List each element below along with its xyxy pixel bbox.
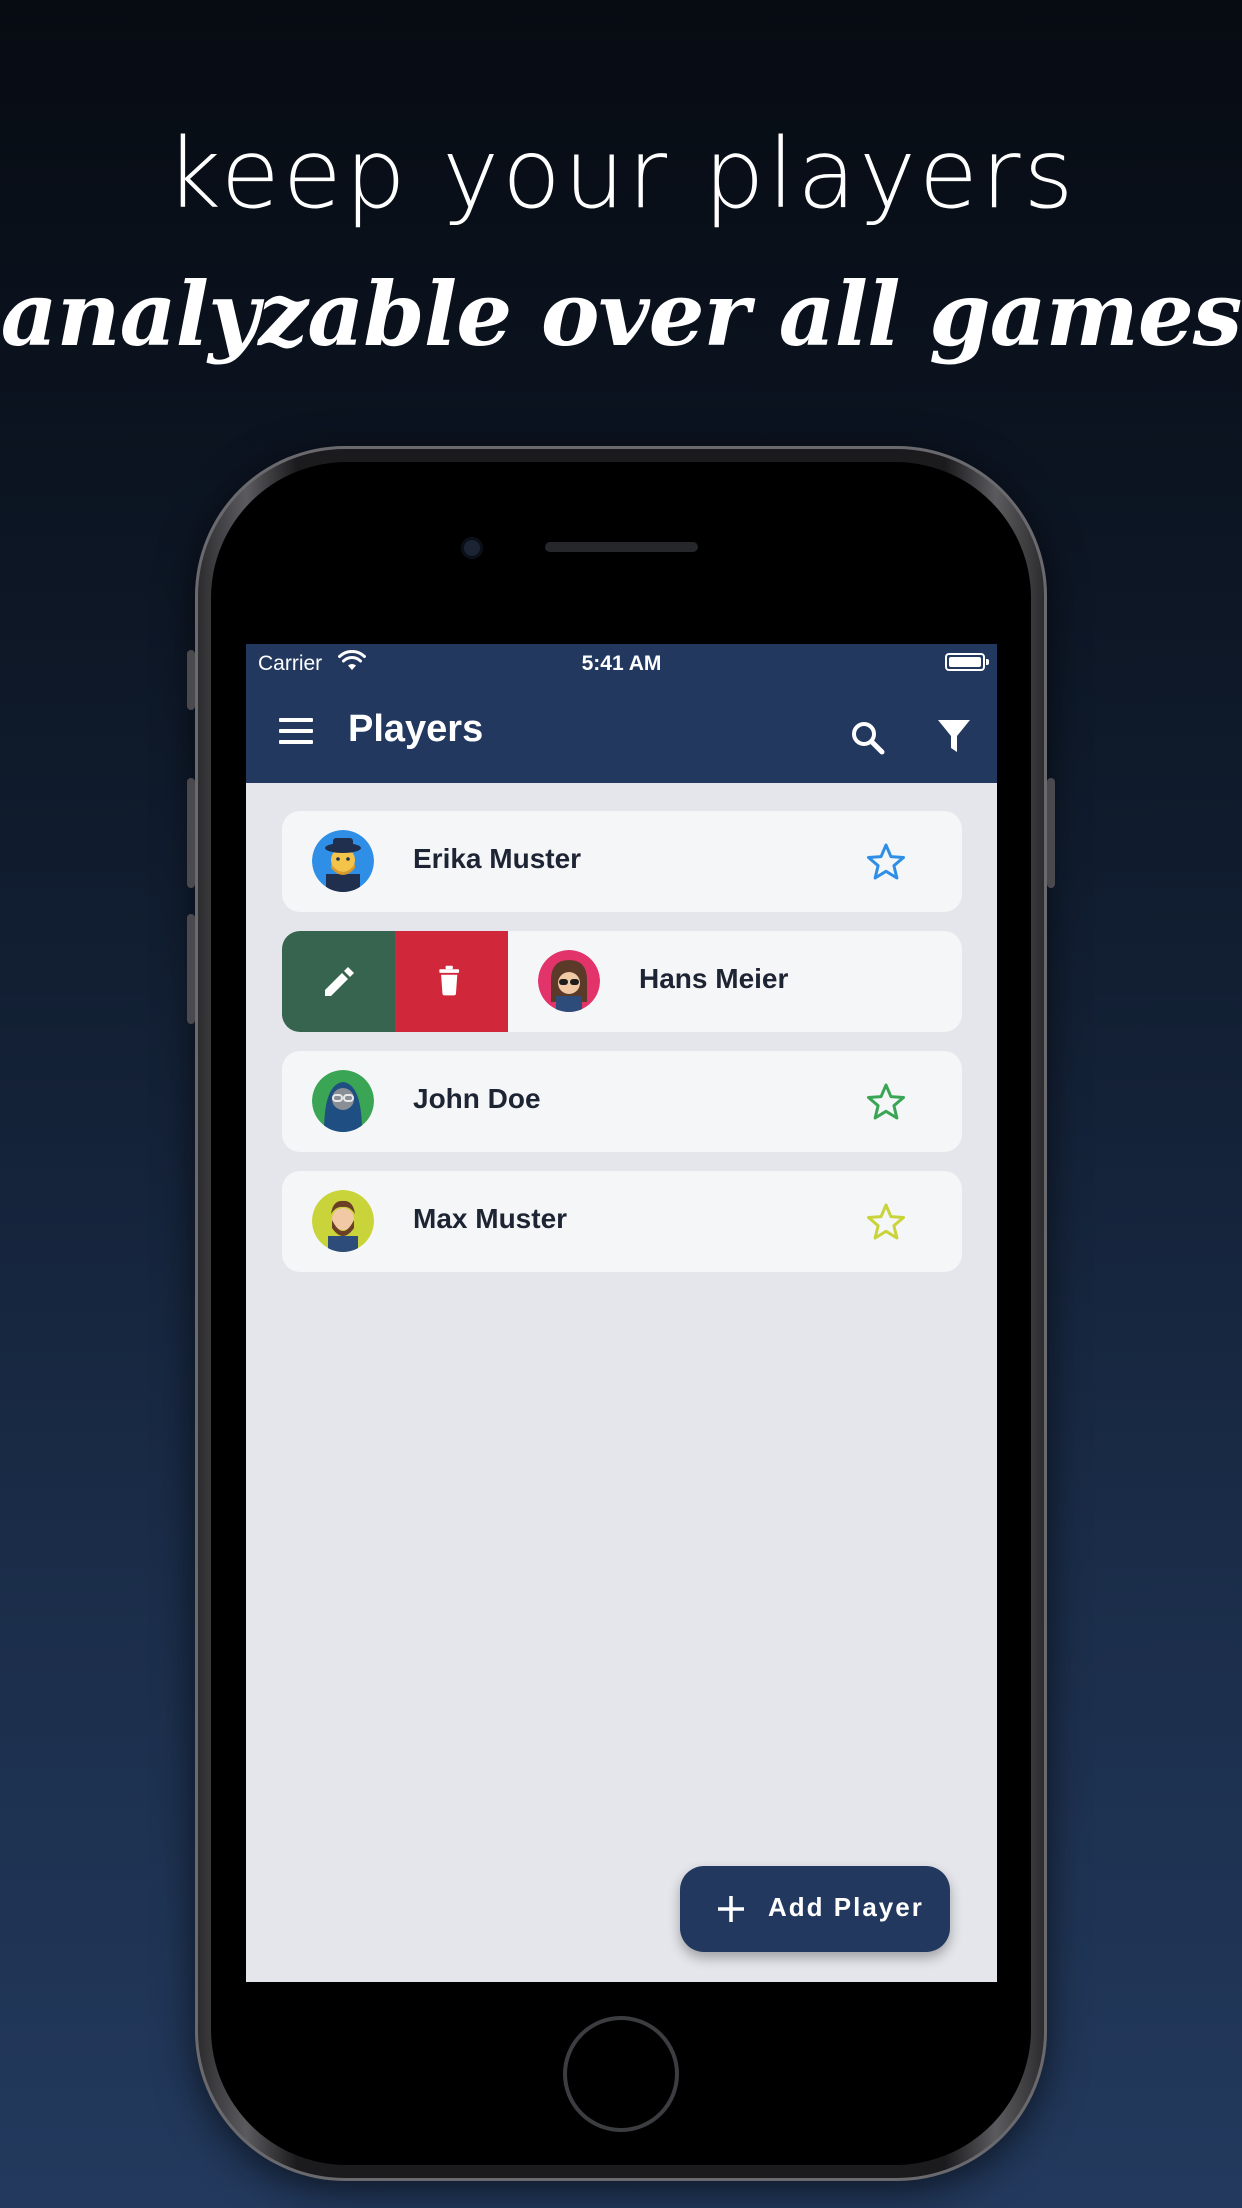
player-avatar <box>538 950 600 1012</box>
player-name: Max Muster <box>413 1203 568 1234</box>
plus-icon <box>718 1896 744 1922</box>
player-avatar <box>312 1070 374 1132</box>
battery-icon <box>945 653 989 671</box>
status-time: 5:41 AM <box>581 652 662 675</box>
app-screen: Carrier 5:41 AM Players Erika Muster Han… <box>246 644 997 1982</box>
add-player-label: Add Player <box>768 1892 924 1922</box>
mute-switch <box>187 650 195 710</box>
app-bar: Players <box>246 684 997 783</box>
player-row[interactable]: John Doe <box>282 1051 962 1152</box>
favorite-star-icon[interactable] <box>866 842 906 882</box>
edit-button[interactable] <box>282 931 395 1032</box>
volume-down-button <box>187 914 195 1024</box>
status-bar: Carrier 5:41 AM <box>246 644 997 684</box>
menu-icon[interactable] <box>279 718 313 748</box>
speaker-grille <box>545 542 698 552</box>
home-button[interactable] <box>563 2016 679 2132</box>
power-button <box>1047 778 1055 888</box>
pencil-icon <box>325 967 354 996</box>
player-name: Hans Meier <box>639 963 789 994</box>
volume-up-button <box>187 778 195 888</box>
player-avatar <box>312 830 374 892</box>
camera-icon <box>461 537 483 559</box>
promo-subheadline: analyzable over all games <box>0 262 1242 366</box>
player-row[interactable]: Hans Meier <box>282 931 962 1032</box>
trash-icon <box>439 965 460 996</box>
page-title: Players <box>348 708 484 750</box>
player-row[interactable]: Erika Muster <box>282 811 962 912</box>
favorite-star-icon[interactable] <box>866 1082 906 1122</box>
delete-button[interactable] <box>395 931 508 1032</box>
promo-headline: keep your players <box>165 118 1077 230</box>
player-row[interactable]: Max Muster <box>282 1171 962 1272</box>
swiped-row-content[interactable]: Hans Meier <box>508 931 962 1032</box>
add-player-button[interactable]: Add Player <box>680 1866 950 1952</box>
filter-icon[interactable] <box>936 716 972 756</box>
player-name: Erika Muster <box>413 843 582 874</box>
search-icon[interactable] <box>848 718 888 758</box>
favorite-star-icon[interactable] <box>866 1202 906 1242</box>
player-avatar <box>312 1190 374 1252</box>
player-name: John Doe <box>413 1083 541 1114</box>
